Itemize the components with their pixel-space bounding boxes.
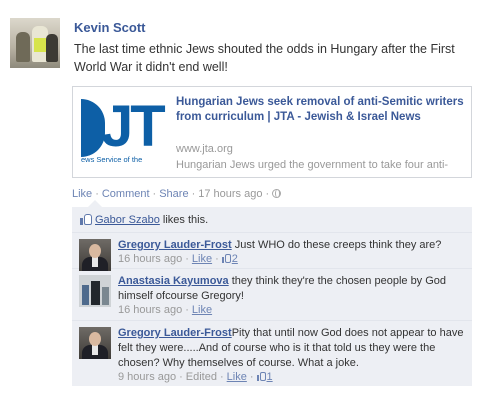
- comment-item: Anastasia Kayumova they think they're th…: [72, 269, 472, 321]
- comment-time[interactable]: 9 hours ago: [118, 371, 176, 383]
- comment-meta: 16 hours ago · Like · 2: [118, 253, 238, 265]
- comment-edited[interactable]: Edited: [186, 371, 217, 383]
- liker-name[interactable]: Gabor Szabo: [95, 214, 160, 226]
- separator: ·: [179, 371, 183, 383]
- separator: ·: [249, 371, 254, 383]
- separator: ·: [265, 188, 270, 200]
- comment-body: Gregory Lauder-FrostPity that until now …: [118, 326, 464, 371]
- comment-body: Anastasia Kayumova they think they're th…: [118, 274, 464, 304]
- post-text: The last time ethnic Jews shouted the od…: [74, 42, 455, 74]
- comment-author[interactable]: Anastasia Kayumova: [118, 275, 229, 287]
- comment-link[interactable]: Comment: [102, 188, 150, 200]
- commenter-avatar[interactable]: [79, 327, 111, 359]
- comment-meta: 9 hours ago · Edited · Like · 1: [118, 371, 273, 383]
- jta-logo-caption: ews Service of the: [81, 155, 143, 164]
- comment-time[interactable]: 16 hours ago: [118, 304, 182, 316]
- comment-body: Gregory Lauder-Frost Just WHO do these c…: [118, 238, 464, 253]
- thumbs-up-icon[interactable]: [221, 254, 231, 263]
- likes-summary: Gabor Szabo likes this.: [72, 207, 472, 233]
- separator: ·: [185, 304, 189, 316]
- separator: ·: [191, 188, 196, 200]
- thumbs-up-icon: [80, 214, 92, 225]
- comment-item: Gregory Lauder-Frost Just WHO do these c…: [72, 233, 472, 271]
- comment-like-count[interactable]: 2: [232, 253, 238, 265]
- separator: ·: [152, 188, 157, 200]
- feedback-box: Gabor Szabo likes this. Gregory Lauder-F…: [72, 207, 472, 386]
- link-domain: www.jta.org: [176, 143, 233, 155]
- shared-link-card[interactable]: JT ews Service of the Hungarian Jews see…: [72, 86, 472, 178]
- comment-like-link[interactable]: Like: [192, 304, 212, 316]
- comment-text: Just WHO do these creeps think they are?: [234, 239, 442, 251]
- comment-time[interactable]: 16 hours ago: [118, 253, 182, 265]
- comment-meta: 16 hours ago · Like: [118, 304, 212, 316]
- share-link[interactable]: Share: [159, 188, 188, 200]
- story-actions: Like · Comment · Share · 17 hours ago ·: [72, 188, 282, 200]
- jta-logo-letters: JT: [101, 95, 166, 159]
- comment-like-link[interactable]: Like: [192, 253, 212, 265]
- link-thumbnail[interactable]: JT ews Service of the: [81, 95, 171, 169]
- separator: ·: [95, 188, 99, 200]
- comment-like-count[interactable]: 1: [267, 371, 273, 383]
- poster-avatar[interactable]: [10, 18, 60, 68]
- separator: ·: [219, 371, 224, 383]
- separator: ·: [185, 253, 189, 265]
- separator: ·: [215, 253, 219, 265]
- globe-icon[interactable]: [272, 189, 282, 198]
- poster-name[interactable]: Kevin Scott: [74, 20, 146, 35]
- commenter-avatar[interactable]: [79, 239, 111, 271]
- comment-like-link[interactable]: Like: [227, 371, 247, 383]
- likes-suffix: likes this.: [162, 214, 209, 226]
- link-title[interactable]: Hungarian Jews seek removal of anti-Semi…: [176, 95, 466, 125]
- comment-item: Gregory Lauder-FrostPity that until now …: [72, 321, 472, 386]
- thumbs-up-icon[interactable]: [256, 372, 266, 381]
- like-link[interactable]: Like: [72, 188, 92, 200]
- post-timestamp[interactable]: 17 hours ago: [198, 188, 262, 200]
- comment-author[interactable]: Gregory Lauder-Frost: [118, 239, 232, 251]
- commenter-avatar[interactable]: [79, 275, 111, 307]
- comment-author[interactable]: Gregory Lauder-Frost: [118, 327, 232, 339]
- link-snippet: Hungarian Jews urged the government to t…: [176, 159, 449, 171]
- feedback-caret: [88, 200, 102, 207]
